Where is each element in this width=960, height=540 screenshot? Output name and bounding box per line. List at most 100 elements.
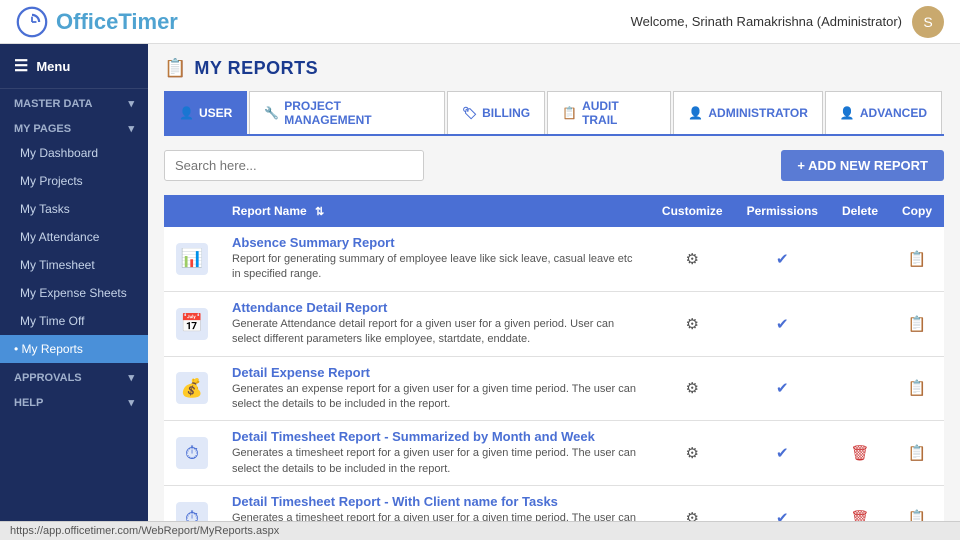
permission-icon[interactable]: ✔ [776, 251, 789, 268]
table-row: ⏱ Detail Timesheet Report - Summarized b… [164, 421, 944, 486]
permission-icon[interactable]: ✔ [776, 316, 789, 333]
sidebar-item-my-time-off[interactable]: My Time Off [0, 307, 148, 335]
delete-cell: 🗑 [830, 486, 890, 521]
report-description: Generate Attendance detail report for a … [232, 317, 638, 348]
sidebar-section-approvals[interactable]: APPROVALS ▾ [0, 363, 148, 388]
sidebar: ☰ Menu MASTER DATA ▾ MY PAGES ▾ My Dashb… [0, 44, 148, 521]
permission-icon[interactable]: ✔ [776, 510, 789, 521]
tab-billing[interactable]: 🏷 BILLING [447, 91, 545, 134]
tab-advanced-icon: 👤 [840, 106, 855, 120]
table-row: 📅 Attendance Detail Report Generate Atte… [164, 291, 944, 356]
report-tabs: 👤 USER 🔧 PROJECT MANAGEMENT 🏷 BILLING 📋 … [164, 91, 944, 136]
page-title-row: 📋 MY REPORTS [164, 58, 944, 79]
permission-icon[interactable]: ✔ [776, 380, 789, 397]
report-name-link[interactable]: Detail Timesheet Report - Summarized by … [232, 429, 638, 444]
welcome-text: Welcome, Srinath Ramakrishna (Administra… [631, 14, 902, 29]
report-name-link[interactable]: Detail Expense Report [232, 365, 638, 380]
sidebar-section-my-pages[interactable]: MY PAGES ▾ [0, 114, 148, 139]
report-icon: 📅 [176, 308, 208, 340]
report-icon: 💰 [176, 372, 208, 404]
add-new-report-button[interactable]: + ADD NEW REPORT [781, 150, 944, 181]
chevron-icon: ▾ [128, 396, 134, 409]
copy-icon[interactable]: 📋 [908, 380, 927, 397]
customize-cell: ⚙ [650, 227, 735, 291]
chevron-icon: ▾ [128, 371, 134, 384]
tab-audit-icon: 📋 [562, 106, 577, 120]
report-description: Generates a timesheet report for a given… [232, 511, 638, 521]
sidebar-item-my-expense-sheets[interactable]: My Expense Sheets [0, 279, 148, 307]
copy-icon[interactable]: 📋 [908, 510, 927, 521]
col-delete: Delete [830, 195, 890, 227]
permission-cell: ✔ [735, 421, 830, 486]
report-description: Report for generating summary of employe… [232, 252, 638, 283]
sidebar-section-master-data[interactable]: MASTER DATA ▾ [0, 89, 148, 114]
sidebar-item-my-projects[interactable]: My Projects [0, 167, 148, 195]
copy-icon[interactable]: 📋 [908, 251, 927, 268]
tab-user-label: USER [199, 106, 232, 120]
sort-icon[interactable]: ⇅ [315, 206, 324, 218]
sidebar-item-my-attendance[interactable]: My Attendance [0, 223, 148, 251]
delete-icon[interactable]: 🗑 [850, 510, 869, 521]
chevron-icon: ▾ [128, 122, 134, 135]
permission-cell: ✔ [735, 486, 830, 521]
tab-pm-label: PROJECT MANAGEMENT [284, 99, 430, 127]
master-data-label: MASTER DATA [14, 98, 92, 110]
customize-cell: ⚙ [650, 291, 735, 356]
tab-advanced[interactable]: 👤 ADVANCED [825, 91, 942, 134]
sidebar-item-my-dashboard[interactable]: My Dashboard [0, 139, 148, 167]
tab-project-management[interactable]: 🔧 PROJECT MANAGEMENT [249, 91, 445, 134]
approvals-label: APPROVALS [14, 372, 82, 384]
customize-icon[interactable]: ⚙ [686, 445, 699, 462]
delete-cell [830, 356, 890, 421]
report-name-cell: Detail Timesheet Report - Summarized by … [220, 421, 650, 486]
main-layout: ☰ Menu MASTER DATA ▾ MY PAGES ▾ My Dashb… [0, 44, 960, 521]
permission-cell: ✔ [735, 291, 830, 356]
menu-button[interactable]: ☰ Menu [0, 44, 148, 89]
sidebar-section-help[interactable]: HELP ▾ [0, 388, 148, 413]
menu-label: Menu [36, 59, 70, 74]
sidebar-item-my-timesheet[interactable]: My Timesheet [0, 251, 148, 279]
report-icon-cell: ⏱ [164, 421, 220, 486]
report-name-cell: Attendance Detail Report Generate Attend… [220, 291, 650, 356]
logo: OfficeTimer [16, 6, 178, 38]
customize-icon[interactable]: ⚙ [686, 380, 699, 397]
col-icon [164, 195, 220, 227]
tab-audit-label: AUDIT TRAIL [582, 99, 656, 127]
copy-cell: 📋 [890, 356, 944, 421]
table-header-row: Report Name ⇅ Customize Permissions Dele… [164, 195, 944, 227]
customize-icon[interactable]: ⚙ [686, 510, 699, 521]
sidebar-item-my-reports[interactable]: My Reports [0, 335, 148, 363]
col-report-name[interactable]: Report Name ⇅ [220, 195, 650, 227]
copy-icon[interactable]: 📋 [908, 445, 927, 462]
report-name-cell: Absence Summary Report Report for genera… [220, 227, 650, 291]
logo-icon [16, 6, 48, 38]
reports-page-icon: 📋 [164, 58, 186, 79]
menu-icon: ☰ [14, 56, 28, 76]
customize-icon[interactable]: ⚙ [686, 251, 699, 268]
customize-icon[interactable]: ⚙ [686, 316, 699, 333]
add-btn-label: + ADD NEW REPORT [797, 158, 928, 173]
table-row: 💰 Detail Expense Report Generates an exp… [164, 356, 944, 421]
tab-administrator[interactable]: 👤 ADMINISTRATOR [673, 91, 823, 134]
col-customize: Customize [650, 195, 735, 227]
report-name-link[interactable]: Absence Summary Report [232, 235, 638, 250]
tab-user[interactable]: 👤 USER [164, 91, 247, 134]
report-name-cell: Detail Expense Report Generates an expen… [220, 356, 650, 421]
permission-cell: ✔ [735, 356, 830, 421]
search-input[interactable] [164, 150, 424, 181]
customize-cell: ⚙ [650, 421, 735, 486]
delete-icon[interactable]: 🗑 [850, 445, 869, 462]
report-name-link[interactable]: Detail Timesheet Report - With Client na… [232, 494, 638, 509]
table-row: ⏱ Detail Timesheet Report - With Client … [164, 486, 944, 521]
report-name-link[interactable]: Attendance Detail Report [232, 300, 638, 315]
app-header: OfficeTimer Welcome, Srinath Ramakrishna… [0, 0, 960, 44]
copy-cell: 📋 [890, 486, 944, 521]
copy-icon[interactable]: 📋 [908, 316, 927, 333]
delete-cell [830, 291, 890, 356]
report-description: Generates a timesheet report for a given… [232, 446, 638, 477]
tab-billing-label: BILLING [482, 106, 530, 120]
permission-icon[interactable]: ✔ [776, 445, 789, 462]
sidebar-item-my-tasks[interactable]: My Tasks [0, 195, 148, 223]
tab-admin-icon: 👤 [688, 106, 703, 120]
tab-audit-trail[interactable]: 📋 AUDIT TRAIL [547, 91, 671, 134]
